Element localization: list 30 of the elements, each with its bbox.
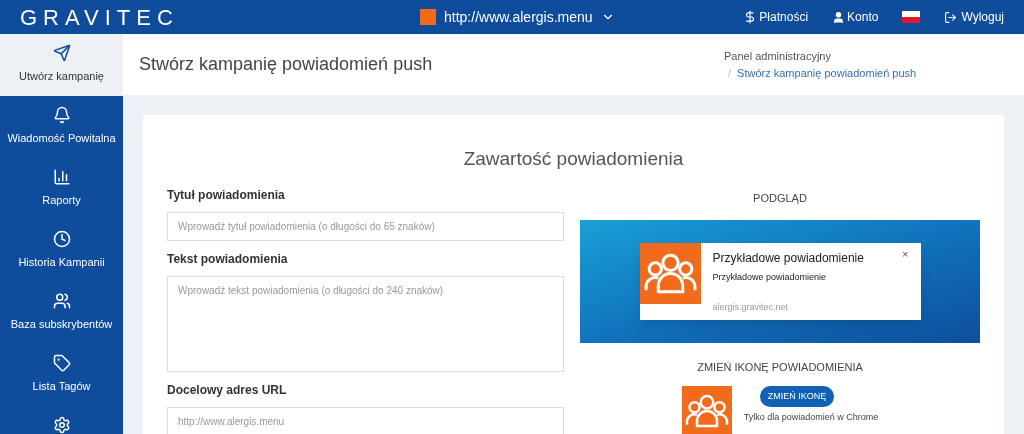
text-area[interactable]: Wprowadź tekst powiadomienia (o długości do 240 znaków) — [167, 275, 564, 372]
site-selector[interactable]: http://www.alergis.menu — [420, 6, 615, 28]
sidebar-item[interactable]: Utwórz kampanię — [0, 34, 123, 96]
field-label: Tytuł powiadomienia — [167, 186, 286, 204]
sidebar-item[interactable]: Historia Kampanii — [0, 220, 123, 282]
input-field[interactable]: Wprowadź tytuł powiadomienia (o długości do 65 znaków) — [167, 211, 564, 241]
breadcrumb-link[interactable]: Panel administracyjny — [724, 48, 924, 65]
change-icon-button[interactable]: ZMIEŃ IKONĘ — [759, 385, 835, 407]
breadcrumb-separator: / — [728, 65, 732, 81]
field-label: Tekst powiadomienia — [167, 250, 289, 268]
notification-title: Przykładowe powiadomienie — [712, 250, 864, 267]
sidebar-item[interactable]: Raporty — [0, 158, 123, 220]
account-link[interactable]: Konto — [832, 8, 879, 26]
input-field[interactable]: http://www.alergis.menu — [167, 406, 564, 434]
logout-link[interactable]: Wyloguj — [944, 8, 1004, 26]
sidebar-item[interactable]: Baza subskrybentów — [0, 282, 123, 344]
payments-link[interactable]: Płatności — [743, 8, 809, 26]
notification-domain: alergis.gravitec.net — [712, 300, 790, 314]
section-heading: Zawartość powiadomienia — [462, 147, 685, 171]
close-icon[interactable]: × — [902, 249, 909, 260]
icon-section-heading: ZMIEŃ IKONĘ POWIADOMIENIA — [697, 360, 863, 375]
page-title: Stwórz kampanię powiadomień push — [139, 53, 433, 76]
logo: GRAVITEC — [20, 3, 180, 32]
notification-body: Przykładowe powiadomienie — [712, 271, 828, 284]
breadcrumb-current: Stwórz kampanię powiadomień push — [737, 65, 917, 81]
chrome-note: Tylko dla powiadomień w Chrome — [743, 411, 879, 424]
sidebar-item[interactable]: Wiadomość Powitalna — [0, 96, 123, 158]
preview-heading: PODGLĄD — [753, 190, 807, 206]
field-label: Docelowy adres URL — [167, 381, 288, 399]
sidebar-item[interactable]: Lista Tagów — [0, 344, 123, 406]
